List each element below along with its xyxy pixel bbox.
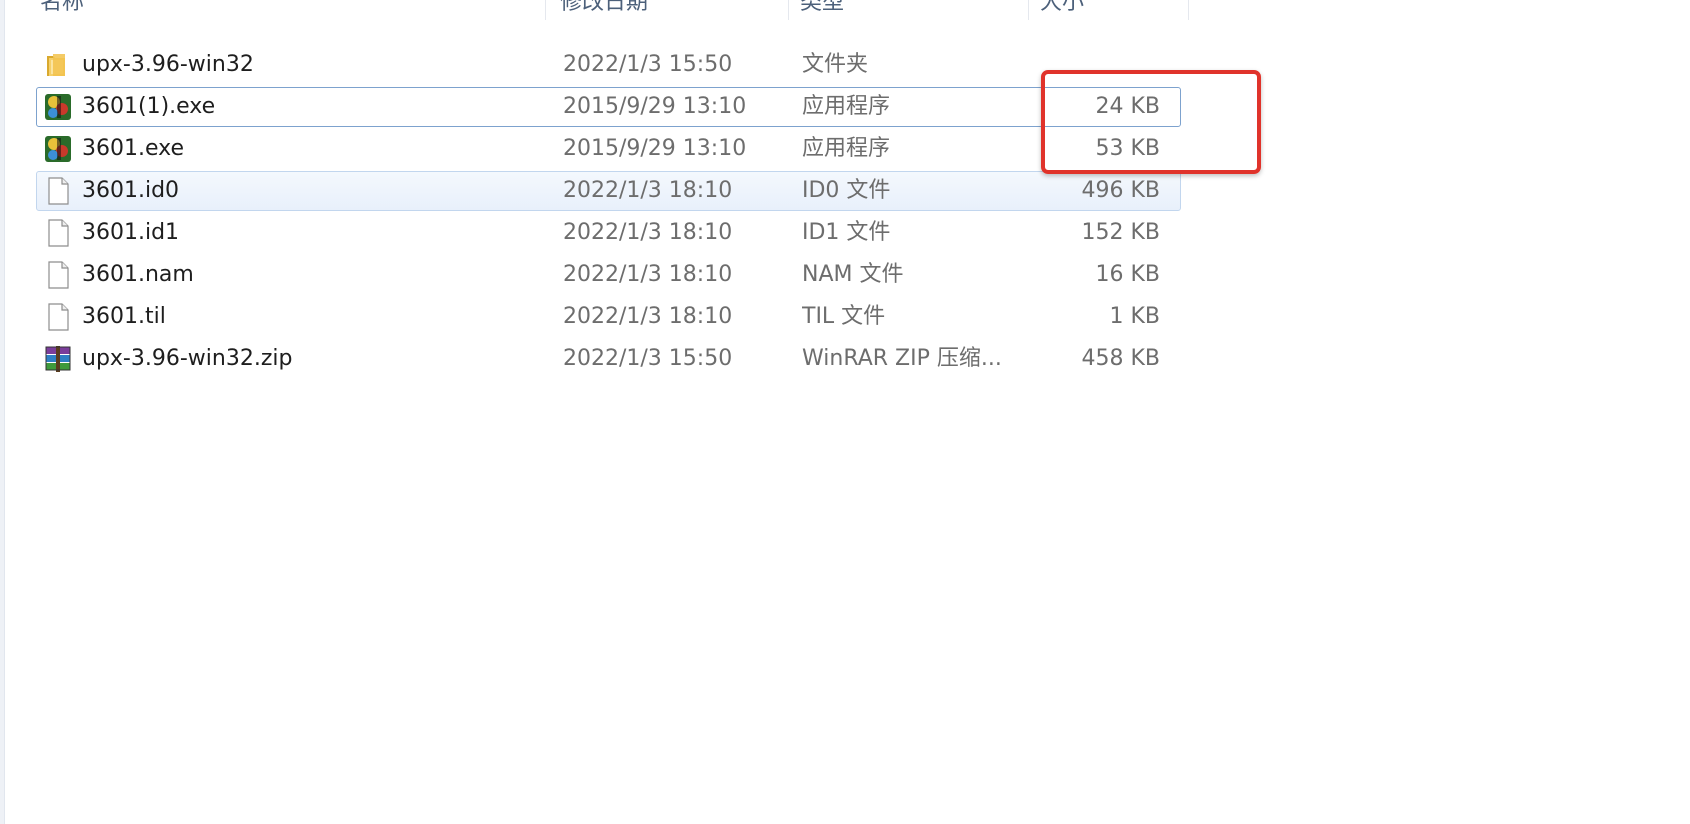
file-size: 152 KB (1081, 220, 1160, 245)
blank-file-icon (48, 177, 69, 205)
file-modified-date: 2022/1/3 18:10 (563, 262, 733, 287)
file-modified-date: 2015/9/29 13:10 (563, 136, 747, 161)
file-row-3601-til[interactable]: 3601.til 2022/1/3 18:10 TIL 文件 1 KB (36, 297, 1181, 337)
file-modified-date: 2022/1/3 15:50 (563, 52, 733, 77)
column-header-size[interactable]: 大小 (1040, 0, 1160, 20)
file-name: 3601.id0 (82, 178, 180, 203)
file-type: 应用程序 (802, 136, 891, 161)
column-divider[interactable] (1188, 0, 1189, 20)
file-row-3601-nam[interactable]: 3601.nam 2022/1/3 18:10 NAM 文件 16 KB (36, 255, 1181, 295)
column-divider[interactable] (1028, 0, 1029, 20)
file-type: WinRAR ZIP 压缩... (802, 346, 1002, 371)
exe-app-icon (45, 94, 71, 120)
file-row-upx-folder[interactable]: upx-3.96-win32 2022/1/3 15:50 文件夹 (36, 45, 1181, 85)
folder-icon (47, 54, 65, 76)
file-row-3601-id1[interactable]: 3601.id1 2022/1/3 18:10 ID1 文件 152 KB (36, 213, 1181, 253)
column-header: 名称 修改日期 类型 大小 (0, 0, 1190, 20)
file-size: 458 KB (1081, 346, 1160, 371)
file-name: 3601.nam (82, 262, 194, 287)
file-name: 3601.id1 (82, 220, 180, 245)
exe-app-icon (45, 136, 71, 162)
file-explorer-window: 名称 修改日期 类型 大小 upx-3.96-win32 2022/1/3 15… (0, 0, 1690, 824)
file-type: TIL 文件 (802, 304, 886, 329)
file-type: NAM 文件 (802, 262, 904, 287)
file-type: 应用程序 (802, 94, 891, 119)
column-header-type[interactable]: 类型 (800, 0, 950, 20)
blank-file-icon (48, 219, 69, 247)
file-name: 3601(1).exe (82, 94, 216, 119)
column-header-date[interactable]: 修改日期 (560, 0, 760, 20)
file-type: ID1 文件 (802, 220, 891, 245)
file-modified-date: 2022/1/3 18:10 (563, 304, 733, 329)
file-name: upx-3.96-win32 (82, 52, 254, 77)
file-row-upx-zip[interactable]: upx-3.96-win32.zip 2022/1/3 15:50 WinRAR… (36, 339, 1181, 379)
file-size: 1 KB (1109, 304, 1160, 329)
file-name: upx-3.96-win32.zip (82, 346, 293, 371)
file-size: 496 KB (1081, 178, 1160, 203)
file-type: ID0 文件 (802, 178, 891, 203)
file-modified-date: 2015/9/29 13:10 (563, 94, 747, 119)
file-size: 16 KB (1095, 262, 1160, 287)
file-row-3601-id0[interactable]: 3601.id0 2022/1/3 18:10 ID0 文件 496 KB (36, 171, 1181, 211)
column-divider[interactable] (788, 0, 789, 20)
file-row-3601-1-exe[interactable]: 3601(1).exe 2015/9/29 13:10 应用程序 24 KB (36, 87, 1181, 127)
file-modified-date: 2022/1/3 18:10 (563, 178, 733, 203)
column-divider[interactable] (545, 0, 546, 20)
red-annotation-box (1041, 70, 1261, 174)
blank-file-icon (48, 303, 69, 331)
file-row-3601-exe[interactable]: 3601.exe 2015/9/29 13:10 应用程序 53 KB (36, 129, 1181, 169)
file-modified-date: 2022/1/3 18:10 (563, 220, 733, 245)
file-type: 文件夹 (802, 52, 869, 77)
file-name: 3601.til (82, 304, 166, 329)
file-modified-date: 2022/1/3 15:50 (563, 346, 733, 371)
file-name: 3601.exe (82, 136, 185, 161)
navigation-pane-edge (0, 0, 5, 824)
column-header-name[interactable]: 名称 (40, 0, 190, 20)
blank-file-icon (48, 261, 69, 289)
winrar-archive-icon (45, 346, 71, 372)
